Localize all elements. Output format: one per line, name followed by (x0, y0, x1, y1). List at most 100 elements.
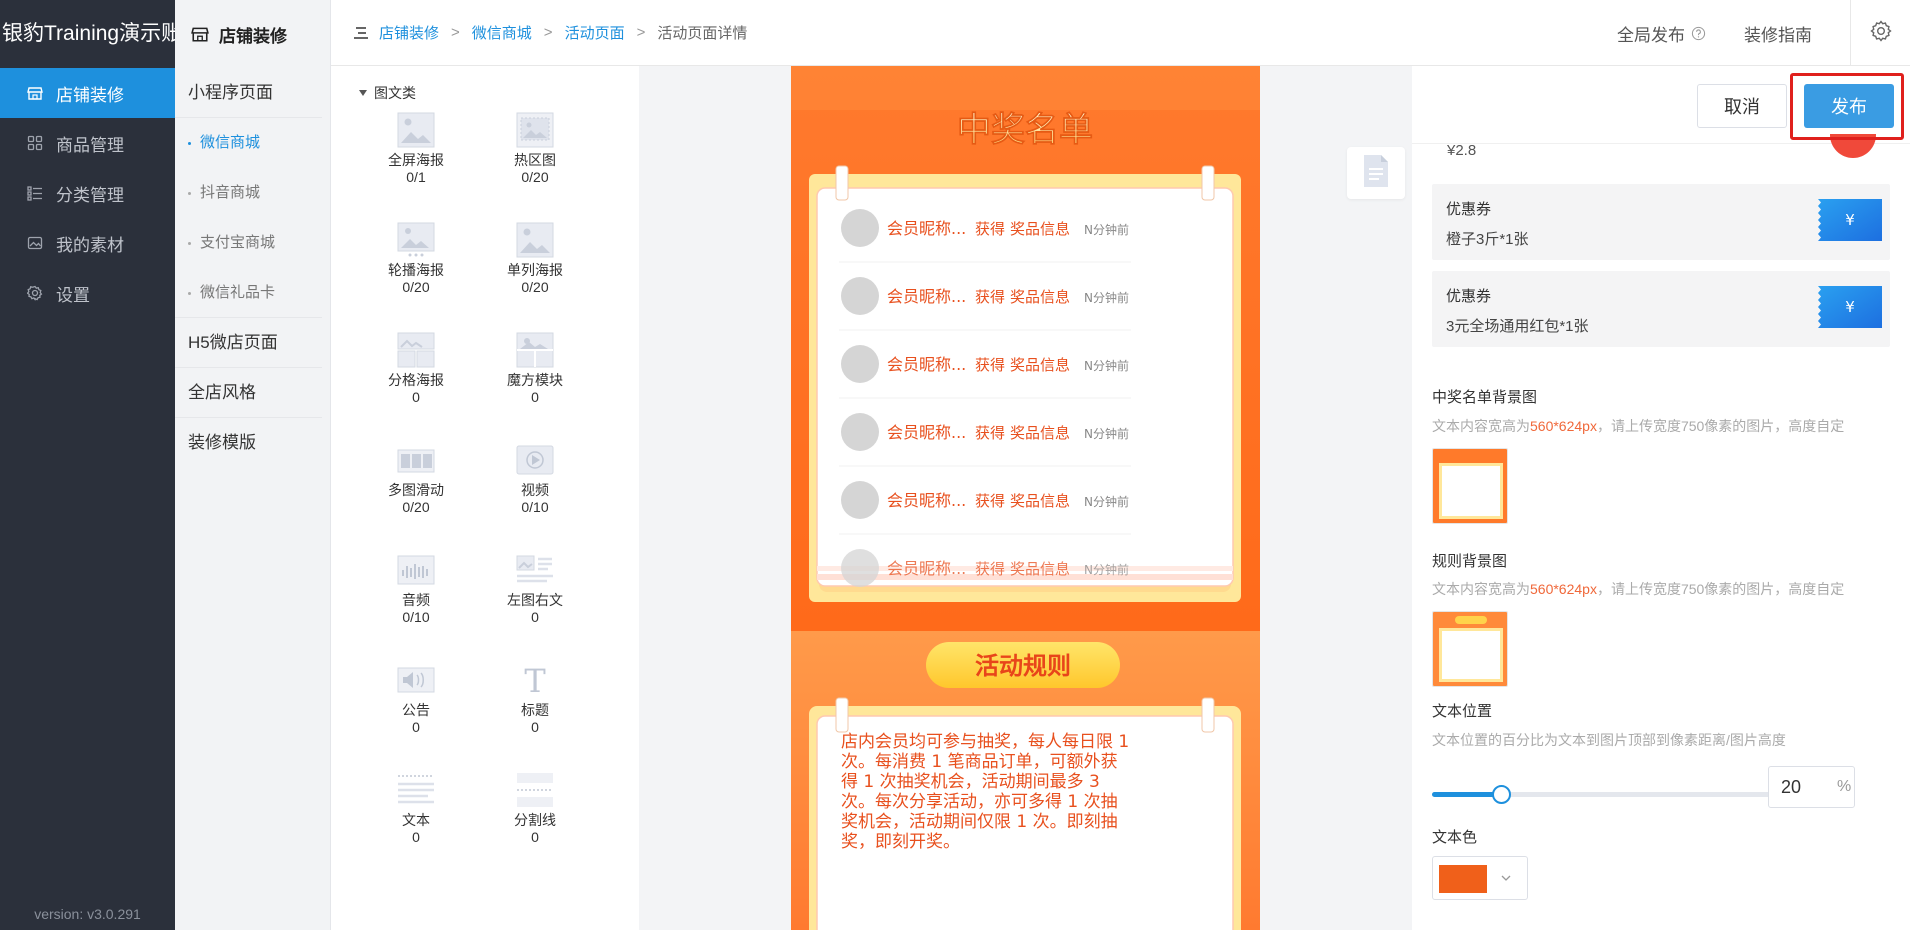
winners-title: 中奖名单 (957, 110, 1093, 150)
slider-fill (1432, 792, 1501, 797)
winners-bg-label: 中奖名单背景图 (1432, 389, 1538, 406)
text-position-label: 文本位置 (1432, 703, 1493, 720)
category-image-text[interactable]: 图文类 (359, 83, 416, 103)
winner-time: N分钟前 (1084, 426, 1129, 441)
grid-icon (26, 134, 44, 152)
main-sidebar: 银豹Training演示账号 店铺装修 商品管理 分类管理 我的素材 设置 ve… (0, 0, 175, 930)
component-name: 单列海报 (507, 262, 563, 278)
video-icon (490, 442, 580, 478)
sidebar-item-settings[interactable]: 设置 (0, 268, 175, 318)
phone-preview[interactable]: 中奖名单 会员昵称... 获得 奖品信息 N分钟前 会员昵称... 获得 奖品信息 N分钟前会… (791, 66, 1260, 930)
menu-icon[interactable] (353, 26, 369, 40)
global-publish-button[interactable]: 全局发布 (1617, 21, 1706, 46)
version-label: version: v3.0.291 (34, 906, 141, 922)
subnav-item-wechat-gift-card[interactable]: 微信礼品卡 (175, 268, 322, 318)
avatar (841, 413, 879, 451)
rules-bg-thumbnail[interactable] (1432, 611, 1508, 687)
component-magic-cube[interactable]: 魔方模块 0 (490, 332, 580, 406)
component-audio[interactable]: 音频 0/10 (371, 552, 461, 626)
component-image-left-text-right[interactable]: 左图右文 0 (490, 552, 580, 626)
sidebar-item-label: 设置 (56, 285, 90, 305)
subnav-item-alipay-mall[interactable]: 支付宝商城 (175, 218, 330, 268)
sidebar-item-label: 商品管理 (56, 135, 124, 155)
top-header: 店铺装修 > 微信商城 > 活动页面 > 活动页面详情 全局发布 装修指南 (331, 0, 1910, 66)
publish-button[interactable]: 发布 (1804, 84, 1894, 128)
image-left-text-right-icon (490, 552, 580, 588)
component-single-column-poster[interactable]: 单列海报 0/20 (490, 222, 580, 296)
partial-price: ¥2.8 (1447, 142, 1477, 159)
breadcrumb-activity-page[interactable]: 活动页面 (565, 22, 625, 43)
component-video[interactable]: 视频 0/10 (490, 442, 580, 516)
heading-icon: T (490, 662, 580, 698)
component-count: 0 (531, 609, 539, 625)
category-label: 图文类 (374, 85, 416, 101)
subnav-section-store-style[interactable]: 全店风格 (175, 368, 322, 418)
breadcrumb-separator: > (543, 24, 553, 41)
subnav-section-miniprogram[interactable]: 小程序页面 (175, 68, 322, 118)
hotspot-image-icon (490, 112, 580, 148)
winner-prize: 奖品信息 (1010, 356, 1070, 374)
component-multi-image-slider[interactable]: 多图滑动 0/20 (371, 442, 461, 516)
winner-time: N分钟前 (1084, 358, 1129, 373)
component-library: 图文类 全屏海报 0/1 热区图 0/20 轮播海报 0/20 单列海报 0/20 分格海报 0 魔… (331, 66, 639, 930)
component-name: 公告 (402, 702, 430, 718)
component-heading[interactable]: T 标题 0 (490, 662, 580, 736)
component-carousel-poster[interactable]: 轮播海报 0/20 (371, 222, 461, 296)
text-position-slider[interactable] (1432, 784, 1778, 804)
winner-got: 获得 (975, 560, 1005, 578)
component-notice[interactable]: 公告 0 (371, 662, 461, 736)
component-count: 0 (531, 829, 539, 845)
svg-text:¥: ¥ (1845, 211, 1855, 229)
winner-prize: 奖品信息 (1010, 220, 1070, 238)
settings-gear-button[interactable] (1850, 0, 1910, 66)
coupon-card: 优惠券 3元全场通用红包*1张 ¥ (1432, 271, 1890, 347)
winner-got: 获得 (975, 356, 1005, 374)
component-count: 0/20 (521, 279, 549, 295)
component-count: 0/20 (402, 499, 430, 515)
winners-bg-thumbnail[interactable] (1432, 448, 1508, 524)
subnav-item-wechat-mall[interactable]: 微信商城 (175, 118, 330, 168)
sidebar-item-label: 我的素材 (56, 235, 124, 255)
svg-text:¥: ¥ (1845, 298, 1855, 316)
winner-time: N分钟前 (1084, 222, 1129, 237)
magic-cube-icon (490, 332, 580, 368)
subnav-section-templates[interactable]: 装修模版 (175, 418, 322, 468)
breadcrumb-shop-decoration[interactable]: 店铺装修 (379, 22, 439, 43)
text-position-input[interactable]: 20 % (1768, 766, 1855, 808)
sidebar-item-categories[interactable]: 分类管理 (0, 168, 175, 218)
text-color-picker[interactable] (1432, 856, 1528, 900)
component-fullscreen-poster[interactable]: 全屏海报 0/1 (371, 112, 461, 186)
component-name: 全屏海报 (388, 152, 444, 168)
component-divider[interactable]: 分割线 0 (490, 772, 580, 846)
component-name: 左图右文 (507, 592, 563, 608)
color-swatch (1439, 865, 1487, 893)
subnav-item-douyin-mall[interactable]: 抖音商城 (175, 168, 330, 218)
avatar (841, 481, 879, 519)
component-hotspot-image[interactable]: 热区图 0/20 (490, 112, 580, 186)
multi-image-slider-icon (371, 442, 461, 478)
sidebar-item-materials[interactable]: 我的素材 (0, 218, 175, 268)
sidebar-item-products[interactable]: 商品管理 (0, 118, 175, 168)
breadcrumb-current: 活动页面详情 (657, 25, 748, 42)
breadcrumb-wechat-mall[interactable]: 微信商城 (472, 22, 532, 43)
help-circle-icon[interactable] (1691, 26, 1706, 41)
coupon-card: 优惠券 橙子3斤*1张 ¥ (1432, 184, 1890, 260)
component-count: 0 (412, 719, 420, 735)
component-name: 魔方模块 (507, 372, 563, 388)
subnav-section-h5[interactable]: H5微店页面 (175, 318, 322, 368)
slider-handle[interactable] (1492, 785, 1511, 804)
sidebar-item-shop-decoration[interactable]: 店铺装修 (0, 68, 175, 118)
avatar (841, 277, 879, 315)
gear-icon (1869, 19, 1893, 48)
subnav-title-text: 店铺装修 (219, 26, 287, 46)
cancel-button[interactable]: 取消 (1697, 84, 1787, 128)
decoration-guide-link[interactable]: 装修指南 (1744, 21, 1812, 46)
page-settings-button[interactable] (1347, 147, 1405, 199)
carousel-poster-icon (371, 222, 461, 258)
component-grid-poster[interactable]: 分格海报 0 (371, 332, 461, 406)
chevron-down-icon (1499, 871, 1513, 890)
component-text[interactable]: 文本 0 (371, 772, 461, 846)
caret-down-icon (359, 90, 367, 96)
svg-text:T: T (524, 662, 546, 698)
component-count: 0/10 (402, 609, 430, 625)
